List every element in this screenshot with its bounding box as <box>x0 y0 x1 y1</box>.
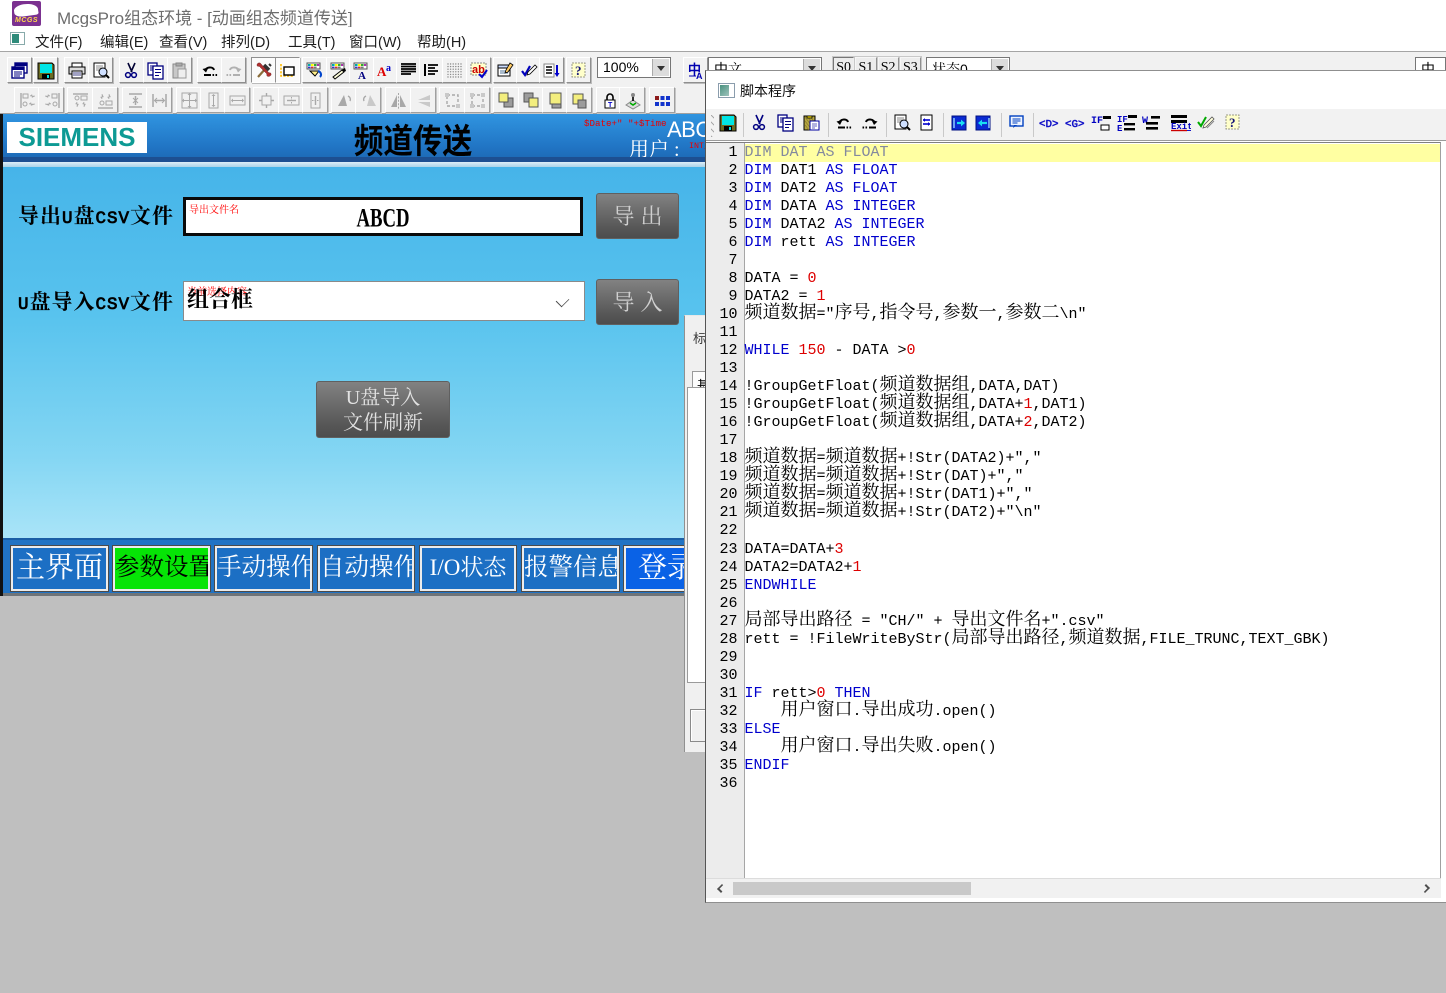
svg-text:A: A <box>696 71 703 80</box>
svg-text:T: T <box>608 102 613 109</box>
svg-text:A: A <box>358 70 366 80</box>
svg-text:E: E <box>1117 124 1123 132</box>
svg-text:a: a <box>386 63 391 74</box>
svg-text:?: ? <box>1229 115 1236 130</box>
svg-text:?: ? <box>575 63 582 78</box>
svg-text:W: W <box>1142 116 1148 127</box>
